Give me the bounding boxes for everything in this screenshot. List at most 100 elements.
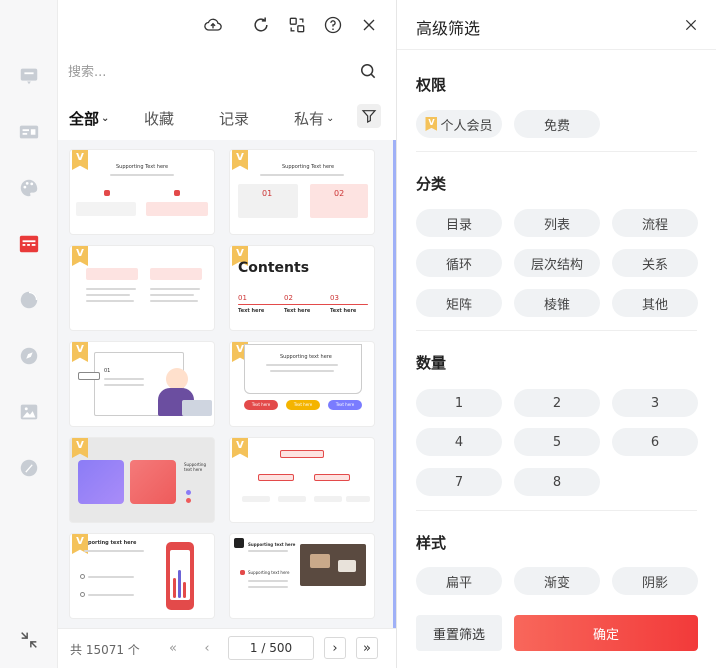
reset-filter-button[interactable]: 重置筛选 xyxy=(416,615,502,651)
palette-icon[interactable] xyxy=(17,176,41,200)
prev-page-button[interactable]: ‹ xyxy=(196,637,218,659)
chip-count[interactable]: 3 xyxy=(612,389,698,417)
chip-category[interactable]: 关系 xyxy=(612,249,698,277)
template-thumbnail[interactable]: V 01 xyxy=(70,342,214,426)
chip-personal-member[interactable]: V 个人会员 xyxy=(416,110,502,138)
refresh-icon[interactable] xyxy=(250,14,272,36)
chevron-down-icon: ⌄ xyxy=(101,113,110,124)
chip-label: 3 xyxy=(650,395,660,411)
vip-badge: V xyxy=(72,438,88,458)
pie-chart-icon[interactable] xyxy=(17,288,41,312)
close-icon[interactable] xyxy=(681,15,701,35)
page-input[interactable]: 1 / 500 xyxy=(228,636,314,660)
first-page-button[interactable]: « xyxy=(162,637,184,659)
chip-label: 关系 xyxy=(641,257,668,273)
chip-count[interactable]: 1 xyxy=(416,389,502,417)
image-icon[interactable] xyxy=(17,400,41,424)
divider xyxy=(416,330,697,331)
section-number: 02 xyxy=(284,294,293,302)
chip-category[interactable]: 其他 xyxy=(612,289,698,317)
chevron-down-icon: ⌄ xyxy=(326,113,335,124)
funnel-icon xyxy=(361,110,377,123)
chip-free[interactable]: 免费 xyxy=(514,110,600,138)
confirm-button[interactable]: 确定 xyxy=(514,615,698,651)
chip-category[interactable]: 棱锥 xyxy=(514,289,600,317)
collapse-icon[interactable] xyxy=(17,628,41,652)
chip-label: 层次结构 xyxy=(530,257,583,273)
chip-count[interactable]: 6 xyxy=(612,428,698,456)
template-thumbnail[interactable]: V Contents 01 02 03 Text here Text here … xyxy=(230,246,374,330)
thumb-pill: Text here xyxy=(244,400,278,410)
chip-count[interactable]: 4 xyxy=(416,428,502,456)
vip-badge: V xyxy=(72,150,88,170)
tab-favorites[interactable]: 收藏 xyxy=(144,108,174,129)
chip-label: 7 xyxy=(454,474,464,490)
chip-category[interactable]: 流程 xyxy=(612,209,698,237)
thumb-number: 01 xyxy=(104,368,111,374)
vip-badge: V xyxy=(232,438,248,458)
section-title-style: 样式 xyxy=(416,534,447,552)
brush-icon[interactable] xyxy=(17,456,41,480)
card-icon[interactable] xyxy=(17,120,41,144)
chip-category[interactable]: 层次结构 xyxy=(514,249,600,277)
chip-label: 8 xyxy=(552,474,562,490)
next-page-button[interactable]: › xyxy=(324,637,346,659)
section-label: Text here xyxy=(238,308,265,314)
tab-all[interactable]: 全部 ⌄ xyxy=(69,108,109,129)
section-label: Text here xyxy=(330,308,357,314)
chip-label: 个人会员 xyxy=(440,118,493,134)
compass-icon[interactable] xyxy=(17,344,41,368)
template-thumbnail[interactable]: V xyxy=(70,246,214,330)
chip-count[interactable]: 2 xyxy=(514,389,600,417)
chip-style[interactable]: 扁平 xyxy=(416,567,502,595)
divider xyxy=(416,151,697,152)
template-thumbnail[interactable]: V xyxy=(230,438,374,522)
tab-label: 记录 xyxy=(219,110,250,128)
template-icon[interactable] xyxy=(17,232,41,256)
chip-category[interactable]: 列表 xyxy=(514,209,600,237)
chip-category[interactable]: 矩阵 xyxy=(416,289,502,317)
filter-title: 高级筛选 xyxy=(416,19,481,38)
chip-count[interactable]: 8 xyxy=(514,468,600,496)
thumb-title: Supporting Text here xyxy=(116,164,169,170)
vip-badge: V xyxy=(72,246,88,266)
template-grid: V Supporting Text here V Supporting Text… xyxy=(58,140,396,628)
thumb-title: Supporting text here xyxy=(248,542,296,547)
chip-category[interactable]: 目录 xyxy=(416,209,502,237)
chip-label: 阴影 xyxy=(641,575,668,591)
search-input[interactable] xyxy=(68,60,348,84)
template-thumbnail[interactable]: Supporting text here Supporting text her… xyxy=(230,534,374,618)
template-thumbnail[interactable]: V Supporting Text here xyxy=(70,150,214,234)
chip-count[interactable]: 5 xyxy=(514,428,600,456)
thumb-title: Contents xyxy=(238,260,310,276)
chip-category[interactable]: 循环 xyxy=(416,249,502,277)
cloud-upload-icon[interactable] xyxy=(202,14,224,36)
chip-count[interactable]: 7 xyxy=(416,468,502,496)
chip-label: 渐变 xyxy=(543,575,570,591)
chip-style[interactable]: 阴影 xyxy=(612,567,698,595)
filter-button[interactable] xyxy=(357,104,381,128)
help-icon[interactable] xyxy=(322,14,344,36)
thumb-title: Supporting Text here xyxy=(282,164,335,170)
switch-icon[interactable] xyxy=(286,14,308,36)
search-icon[interactable] xyxy=(358,61,380,83)
template-thumbnail[interactable]: V Supporting text here xyxy=(70,438,214,522)
tab-history[interactable]: 记录 xyxy=(219,108,249,129)
thumb-title: Supporting text here xyxy=(280,354,332,360)
slideshow-icon[interactable] xyxy=(17,64,41,88)
template-browser-panel: 全部⌄ 收藏 记录 私有⌄ V Supporting Text here V S… xyxy=(58,0,396,668)
chip-label: 流程 xyxy=(641,217,668,233)
chip-label: 2 xyxy=(552,395,562,411)
template-thumbnail[interactable]: V Supporting Text here 01 02 xyxy=(230,150,374,234)
tab-label: 全部 xyxy=(69,110,100,128)
thumb-title: porting text here xyxy=(88,540,137,546)
vip-badge xyxy=(234,538,244,548)
section-number: 03 xyxy=(330,294,339,302)
tab-private[interactable]: 私有 ⌄ xyxy=(294,108,334,129)
chip-style[interactable]: 渐变 xyxy=(514,567,600,595)
template-thumbnail[interactable]: V Supporting text here Text here Text he… xyxy=(230,342,374,426)
template-thumbnail[interactable]: V porting text here xyxy=(70,534,214,618)
vip-badge: V xyxy=(232,150,248,170)
close-icon[interactable] xyxy=(358,14,380,36)
last-page-button[interactable]: » xyxy=(356,637,378,659)
